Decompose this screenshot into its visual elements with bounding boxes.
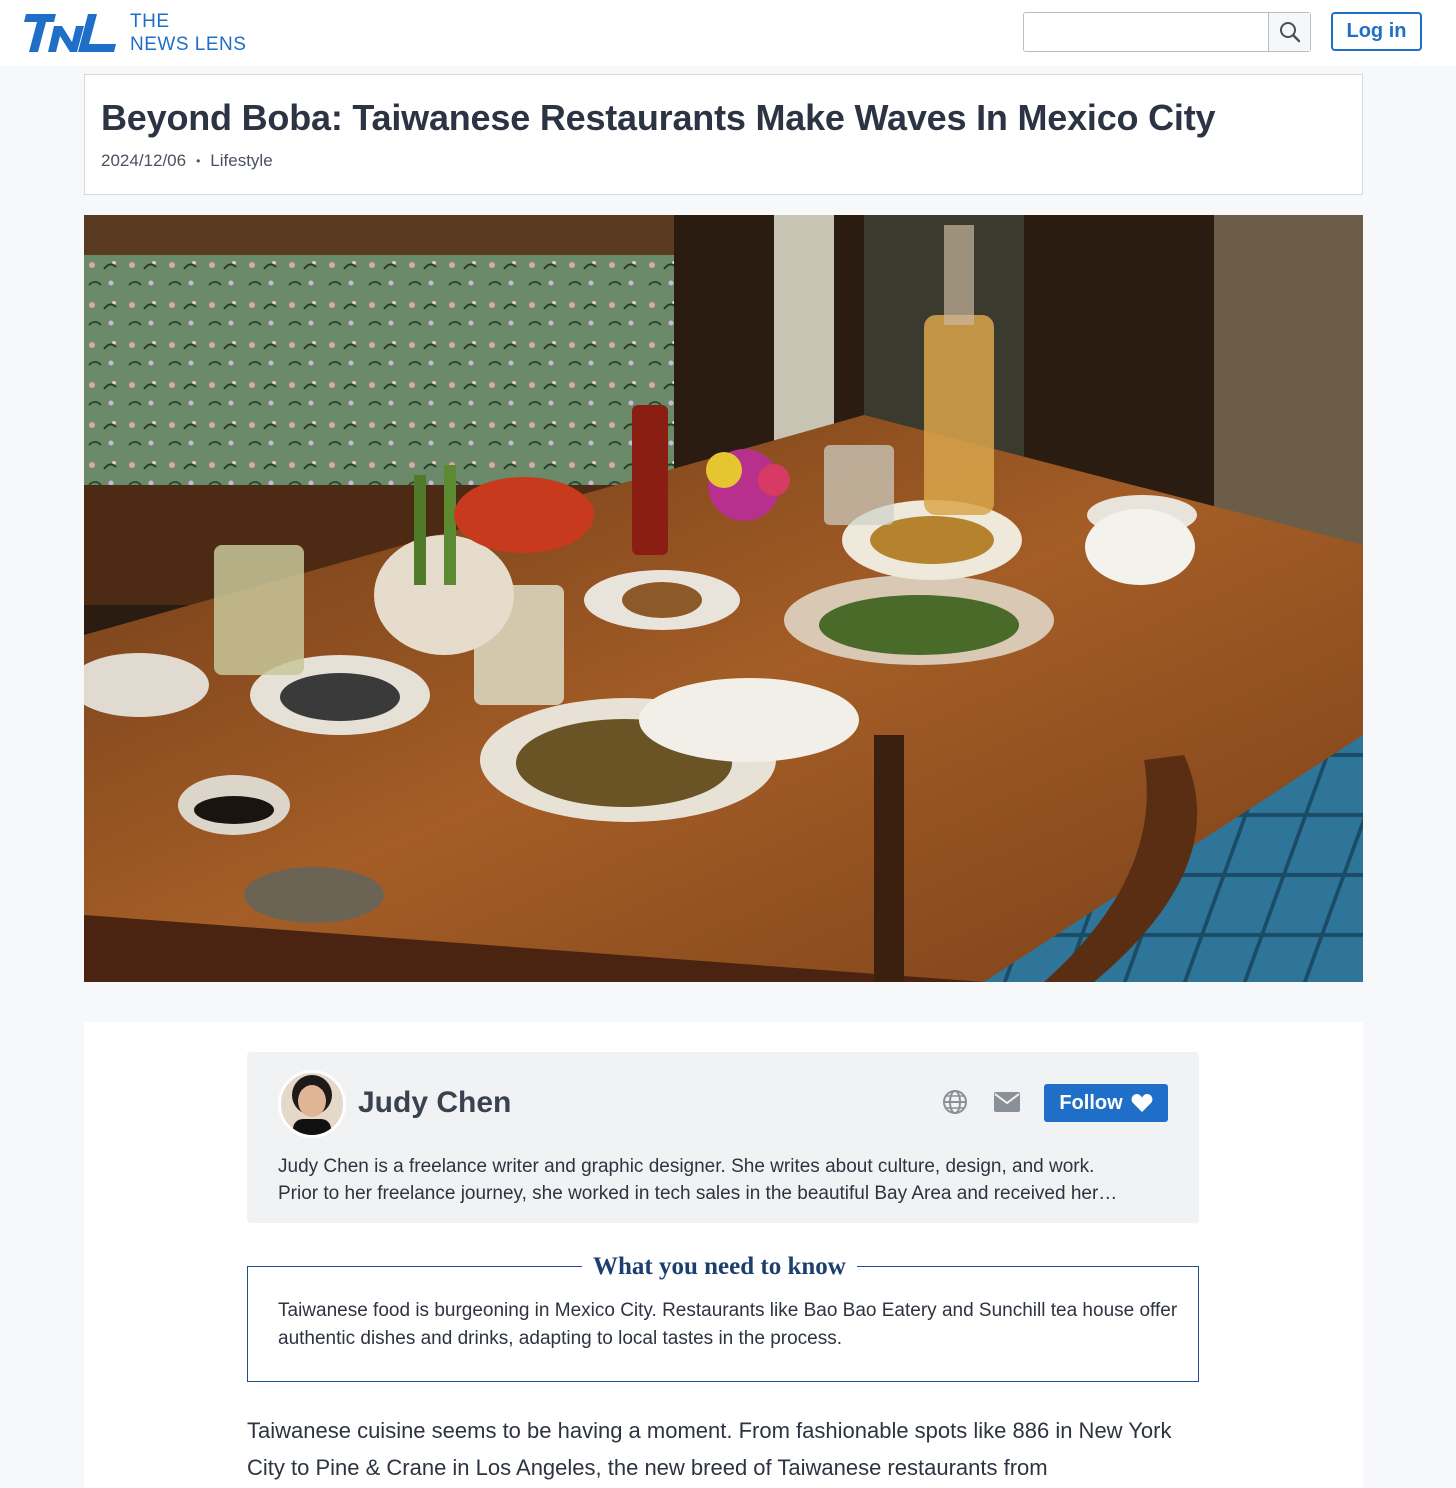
author-bio-line-1: Judy Chen is a freelance writer and grap…: [278, 1156, 1095, 1177]
author-website-link[interactable]: [941, 1088, 969, 1116]
author-card: Judy Chen Follow Judy Chen is a freelanc…: [247, 1052, 1199, 1223]
restaurant-table-photo: [84, 215, 1363, 982]
author-bio: Judy Chen is a freelance writer and grap…: [278, 1153, 1178, 1207]
search-button[interactable]: [1268, 13, 1310, 51]
search-box: [1023, 12, 1311, 52]
login-button[interactable]: Log in: [1331, 12, 1422, 51]
author-portrait: [281, 1073, 343, 1135]
hero-image: [84, 215, 1363, 982]
article-category-link[interactable]: Lifestyle: [210, 151, 272, 171]
author-email-link[interactable]: [993, 1088, 1021, 1116]
author-name-link[interactable]: Judy Chen: [358, 1086, 511, 1120]
heart-icon: [1131, 1094, 1153, 1112]
site-logo[interactable]: THE NEWS LENS: [24, 10, 246, 56]
tnl-logo-mark: [24, 14, 116, 52]
article-paragraph: Taiwanese cuisine seems to be having a m…: [247, 1418, 1172, 1480]
article-date: 2024/12/06: [101, 151, 187, 170]
author-bio-line-2: Prior to her freelance journey, she work…: [278, 1183, 1118, 1204]
meta-separator: •: [196, 154, 201, 168]
envelope-icon: [994, 1092, 1020, 1112]
follow-button[interactable]: Follow: [1044, 1084, 1168, 1122]
globe-icon: [943, 1090, 967, 1114]
search-icon: [1279, 22, 1300, 43]
key-takeaways-heading: What you need to know: [582, 1253, 857, 1281]
key-takeaways-box: What you need to know Taiwanese food is …: [247, 1253, 1199, 1382]
article-header: Beyond Boba: Taiwanese Restaurants Make …: [84, 74, 1363, 195]
key-takeaways-text: Taiwanese food is burgeoning in Mexico C…: [278, 1300, 1178, 1349]
logo-line-2: NEWS LENS: [130, 34, 247, 55]
search-input[interactable]: [1024, 13, 1268, 51]
article-meta: 2024/12/06 • Lifestyle: [101, 151, 273, 171]
logo-wordmark: THE NEWS LENS: [130, 10, 246, 56]
article-body: Judy Chen Follow Judy Chen is a freelanc…: [84, 1022, 1363, 1488]
article-title: Beyond Boba: Taiwanese Restaurants Make …: [101, 97, 1216, 138]
site-header: THE NEWS LENS Log in: [0, 0, 1456, 66]
author-avatar[interactable]: [278, 1070, 346, 1138]
follow-label: Follow: [1059, 1091, 1123, 1114]
logo-line-1: THE: [130, 11, 170, 32]
